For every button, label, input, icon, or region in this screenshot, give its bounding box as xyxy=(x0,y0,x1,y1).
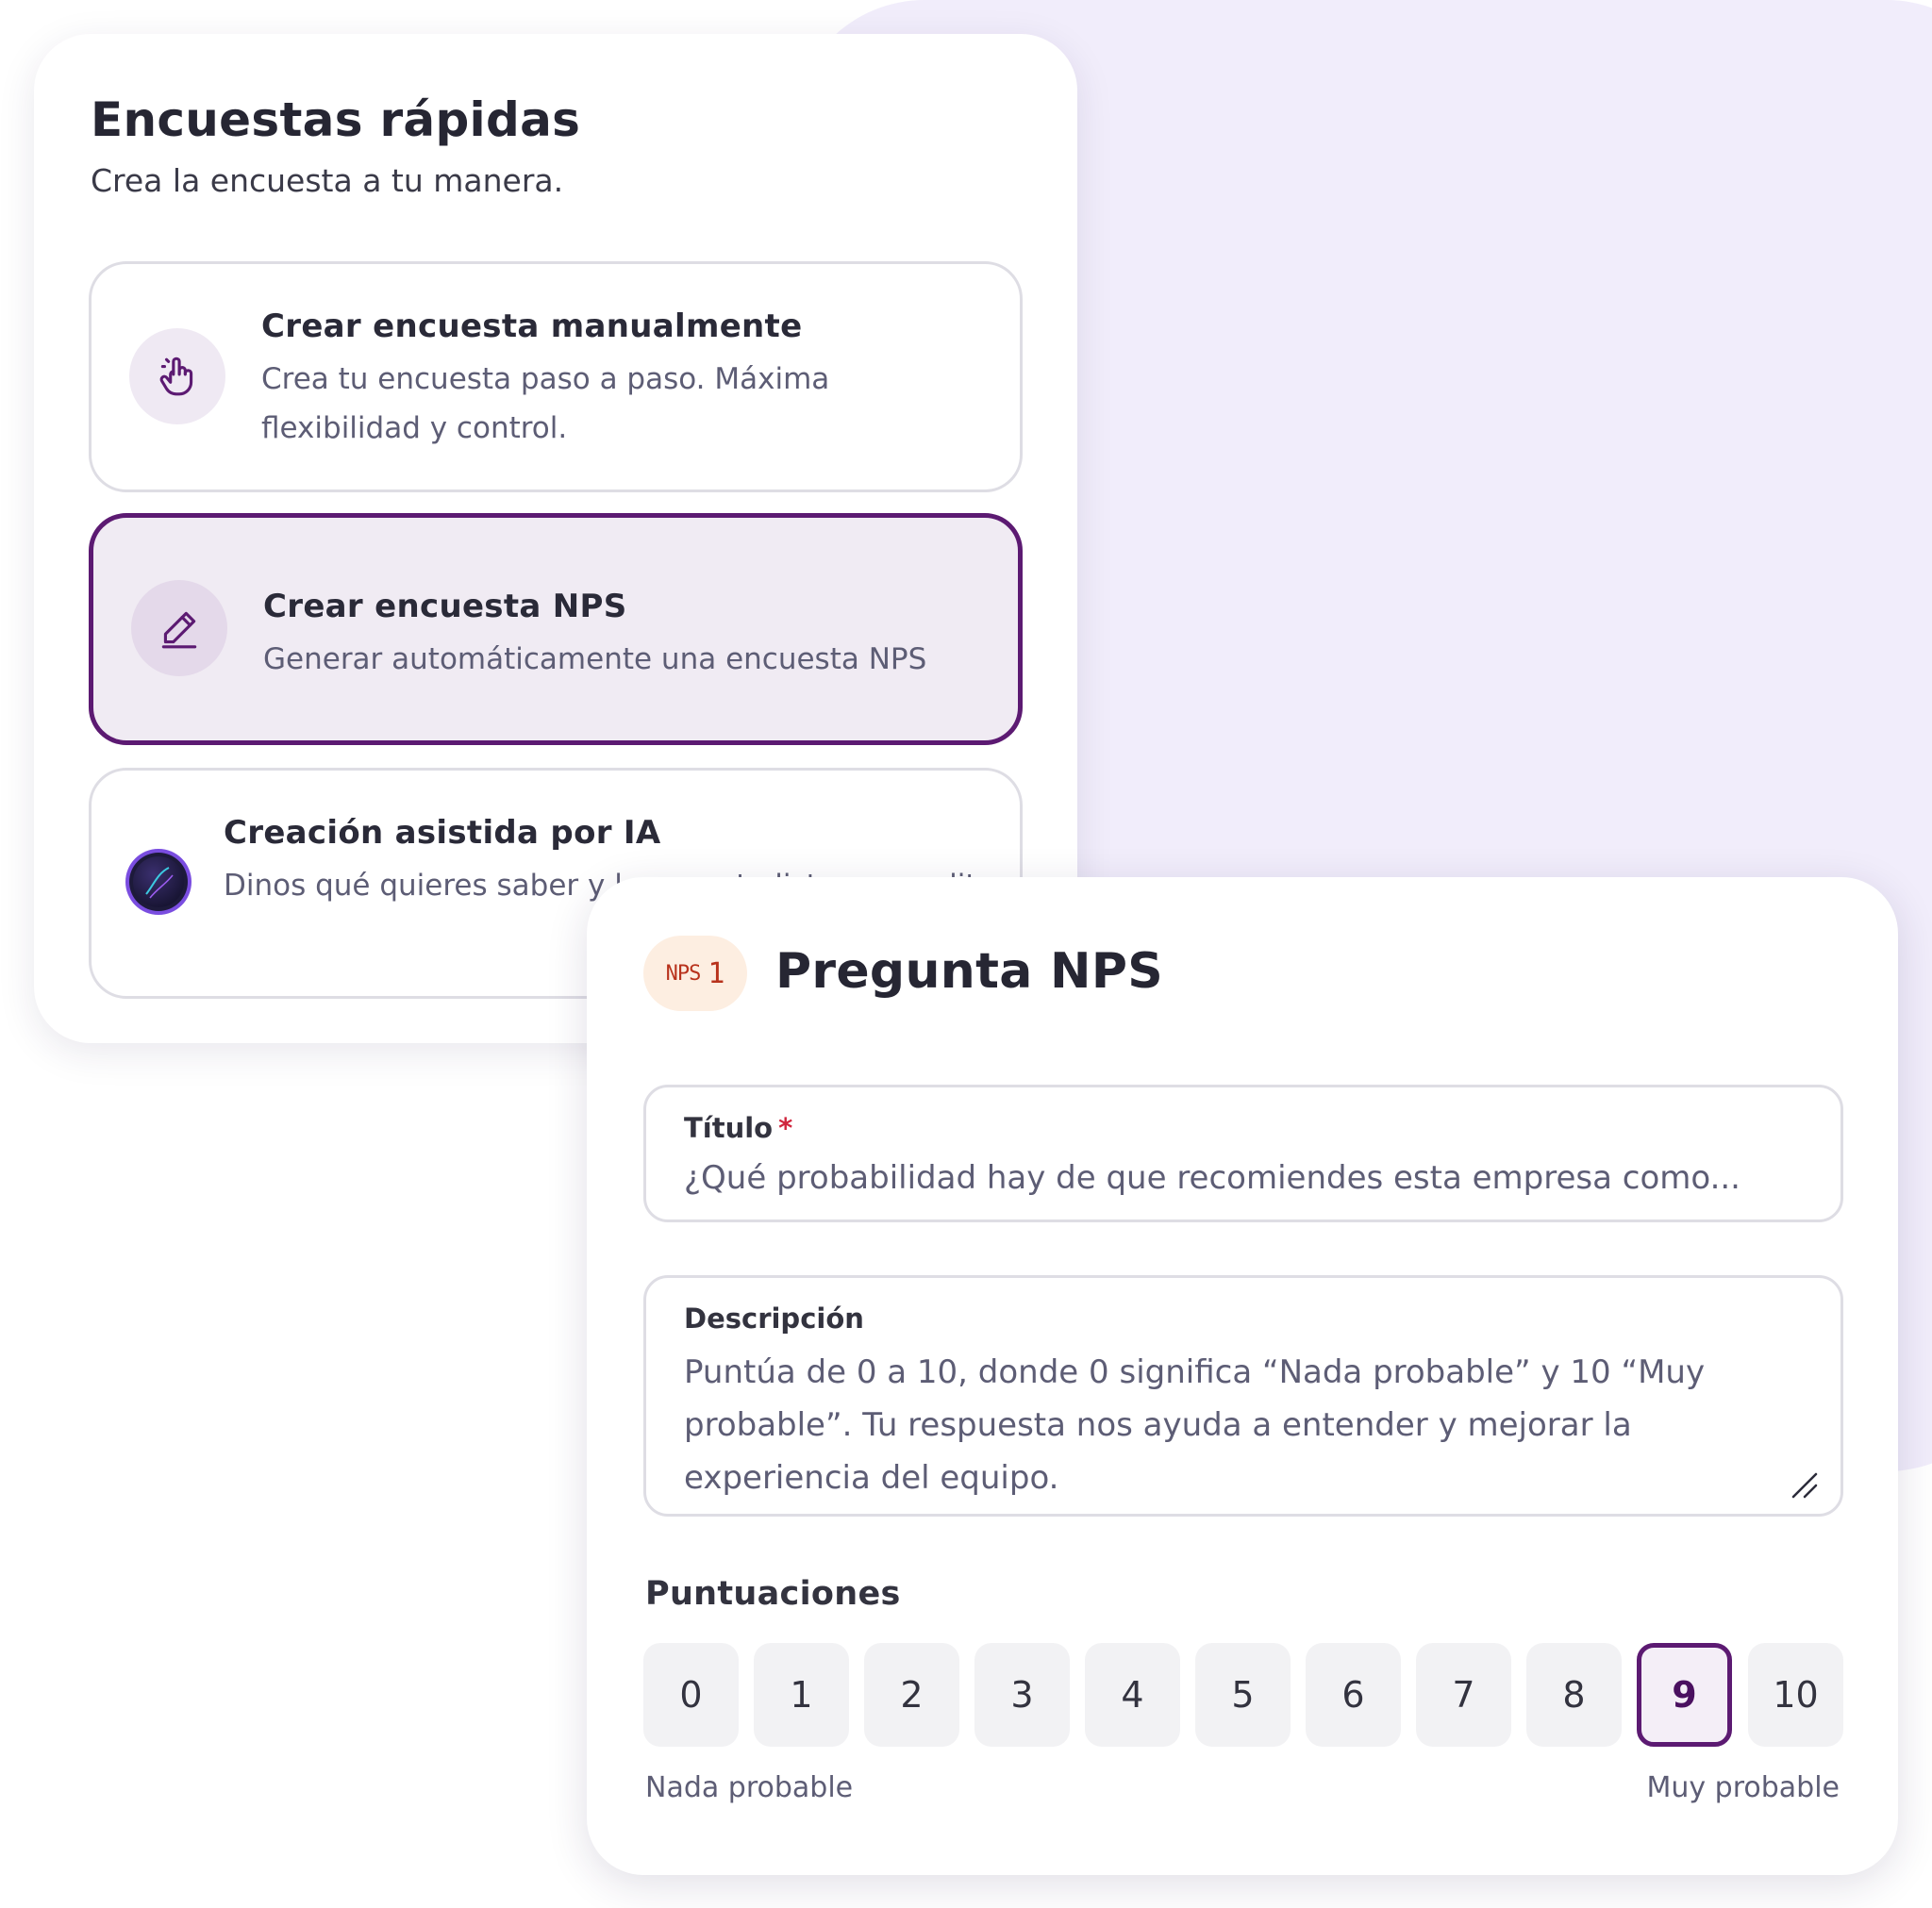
required-marker: * xyxy=(778,1112,793,1144)
ai-orb-icon xyxy=(129,853,188,911)
option-create-nps[interactable]: Crear encuesta NPS Generar automáticamen… xyxy=(89,513,1023,745)
option-title: Crear encuesta NPS xyxy=(263,588,627,625)
nps-question-card: NPS 1 Pregunta NPS Título * ¿Qué probabil… xyxy=(587,877,1898,1875)
description-field[interactable]: Descripción Puntúa de 0 a 10, donde 0 si… xyxy=(643,1275,1843,1517)
scale-min-label: Nada probable xyxy=(645,1771,854,1804)
score-button-1[interactable]: 1 xyxy=(754,1643,849,1747)
description-field-value[interactable]: Puntúa de 0 a 10, donde 0 significa “Nad… xyxy=(684,1346,1803,1504)
score-button-3[interactable]: 3 xyxy=(974,1643,1070,1747)
title-field-value[interactable]: ¿Qué probabilidad hay de que recomiendes… xyxy=(684,1159,1803,1197)
quick-surveys-title: Encuestas rápidas xyxy=(91,92,581,147)
title-field[interactable]: Título * ¿Qué probabilidad hay de que rec… xyxy=(643,1085,1843,1222)
description-field-label: Descripción xyxy=(684,1302,864,1335)
nps-badge-label: NPS xyxy=(665,961,702,986)
score-button-5[interactable]: 5 xyxy=(1195,1643,1291,1747)
option-title: Creación asistida por IA xyxy=(224,814,661,852)
option-create-manual[interactable]: Crear encuesta manualmente Crea tu encue… xyxy=(89,261,1023,492)
scores-label: Puntuaciones xyxy=(645,1575,901,1613)
scores-row: 0 1 2 3 4 5 6 7 8 9 10 xyxy=(643,1643,1843,1747)
score-button-10[interactable]: 10 xyxy=(1748,1643,1843,1747)
score-button-6[interactable]: 6 xyxy=(1306,1643,1401,1747)
scale-max-label: Muy probable xyxy=(1646,1771,1840,1804)
nps-badge-number: 1 xyxy=(708,956,725,990)
score-button-0[interactable]: 0 xyxy=(643,1643,739,1747)
score-button-4[interactable]: 4 xyxy=(1085,1643,1180,1747)
resize-handle-icon[interactable] xyxy=(1788,1468,1820,1501)
nps-question-title: Pregunta NPS xyxy=(775,943,1164,1000)
nps-badge: NPS 1 xyxy=(643,936,747,1011)
score-button-7[interactable]: 7 xyxy=(1416,1643,1511,1747)
score-button-8[interactable]: 8 xyxy=(1526,1643,1622,1747)
quick-surveys-subtitle: Crea la encuesta a tu manera. xyxy=(91,162,564,199)
option-description: Generar automáticamente una encuesta NPS xyxy=(263,642,927,676)
option-title: Crear encuesta manualmente xyxy=(261,307,803,345)
pencil-icon xyxy=(131,580,227,676)
pointer-hand-icon xyxy=(129,328,225,424)
score-button-2[interactable]: 2 xyxy=(864,1643,959,1747)
score-button-9[interactable]: 9 xyxy=(1637,1643,1732,1747)
option-description: Crea tu encuesta paso a paso. Máxima fle… xyxy=(261,362,830,445)
title-field-label: Título * xyxy=(684,1112,793,1144)
